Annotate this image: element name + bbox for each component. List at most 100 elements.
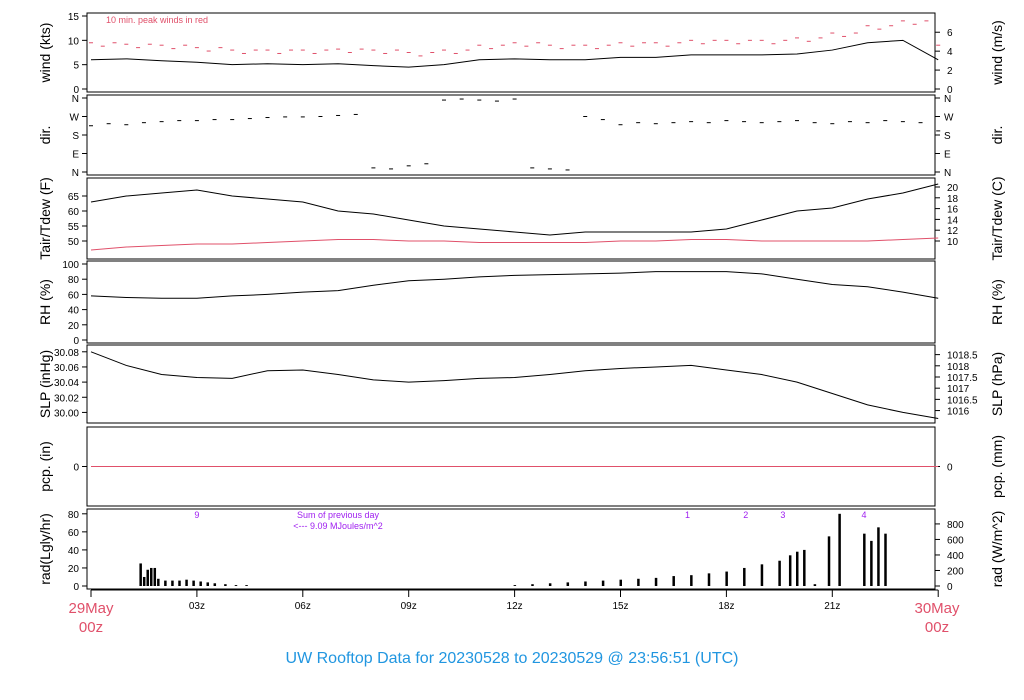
ytick-label-right: N (944, 168, 951, 179)
ytick-label: 0 (73, 582, 79, 593)
pcp-ylabel: pcp. (in) (37, 441, 53, 492)
ytick-label-right: W (944, 113, 954, 124)
ytick-label-right: 200 (947, 566, 964, 577)
radiation-bar (531, 584, 534, 586)
radiation-bar (224, 584, 227, 586)
ytick-label: 30.06 (54, 363, 79, 374)
end-date-label: 00z (925, 619, 949, 636)
ytick-label-right: 0 (947, 463, 953, 474)
ytick-label-right: 12 (947, 226, 959, 237)
ytick-label: 15 (68, 12, 80, 23)
ytick-label: 80 (68, 275, 80, 286)
ytick-label-right: 18 (947, 194, 959, 205)
ytick-label: 0 (73, 463, 79, 474)
radiation-bar (637, 578, 640, 586)
radiation-bar (884, 533, 887, 586)
radiation-annotation: 9 (194, 510, 199, 520)
ytick-label: W (70, 113, 80, 124)
radiation-bar (796, 551, 799, 586)
ytick-label: 65 (68, 192, 80, 203)
tair-Tdew-line (90, 237, 939, 251)
wind-wind-line (90, 39, 939, 68)
tair-ylabel: Tair/Tdew (F) (37, 177, 53, 259)
ytick-label: 0 (73, 336, 79, 347)
ytick-label: N (72, 94, 79, 105)
radiation-bar (153, 567, 157, 586)
ytick-label-right: 400 (947, 551, 964, 562)
ytick-label: 30.08 (54, 348, 79, 359)
ytick-label-right: N (944, 94, 951, 105)
dir-ylabel-right: dir. (989, 126, 1005, 145)
rh-ylabel-right: RH (%) (989, 279, 1005, 325)
radiation-bar (827, 536, 831, 586)
radiation-annotation: 4 (862, 510, 867, 520)
radiation-bar (619, 579, 622, 586)
start-date-label: 29May (68, 600, 114, 617)
sum-label: Sum of previous day (297, 510, 380, 520)
wind-ylabel: wind (kts) (37, 23, 53, 84)
ytick-label: 30.04 (54, 378, 79, 389)
rad-panel-frame (86, 508, 936, 590)
radiation-bar (178, 580, 181, 586)
radiation-bar (584, 581, 587, 586)
radiation-bar (788, 555, 792, 586)
radiation-bar (707, 573, 711, 586)
ytick-label-right: 1018 (947, 362, 970, 373)
rad-ylabel-right: rad (W/m^2) (989, 511, 1005, 588)
radiation-bar (838, 513, 841, 586)
radiation-annotation: 1 (685, 510, 690, 520)
ytick-label: 5 (73, 61, 79, 72)
ytick-label: 60 (68, 290, 80, 301)
ytick-label: E (72, 150, 79, 161)
chart-title: UW Rooftop Data for 20230528 to 20230529… (285, 650, 739, 667)
ytick-label-right: 1016 (947, 407, 970, 418)
radiation-bar (245, 585, 248, 586)
radiation-bar (199, 581, 202, 586)
ytick-label-right: 1017 (947, 384, 970, 395)
radiation-bar (142, 576, 146, 586)
tair-ylabel-right: Tair/Tdew (C) (989, 176, 1005, 260)
radiation-bar (213, 583, 217, 586)
ytick-label-right: 1017.5 (947, 373, 978, 384)
radiation-bar (760, 564, 764, 586)
ytick-label: 30.02 (54, 393, 79, 404)
slp-SLP-line (90, 351, 939, 419)
ytick-label: 10 (68, 36, 80, 47)
xtick-label: 12z (507, 601, 523, 612)
radiation-bar (601, 580, 605, 586)
radiation-bar (171, 580, 174, 586)
radiation-bar (870, 540, 873, 586)
ytick-label: S (72, 131, 79, 142)
xtick-label: 06z (295, 601, 311, 612)
ytick-label: 60 (68, 207, 80, 218)
ytick-label: 20 (68, 564, 80, 575)
radiation-bar (234, 585, 238, 586)
ytick-label: 40 (68, 546, 80, 557)
slp-ylabel-right: SLP (hPa) (989, 352, 1005, 416)
xtick-label: 21z (824, 601, 840, 612)
radiation-bar (513, 585, 517, 586)
xtick-label: 03z (189, 601, 205, 612)
sum-value: <--- 9.09 MJoules/m^2 (293, 521, 383, 531)
rh-ylabel: RH (%) (37, 279, 53, 325)
ytick-label: 60 (68, 528, 80, 539)
radiation-annotation: 2 (743, 510, 748, 520)
radiation-bar (672, 576, 675, 586)
ytick-label-right: 800 (947, 520, 964, 531)
radiation-bar (185, 579, 188, 586)
radiation-bar (863, 533, 866, 586)
ytick-label: N (72, 168, 79, 179)
radiation-bar (548, 583, 552, 586)
rh-RH-line (90, 271, 939, 299)
ytick-label-right: 20 (947, 183, 959, 194)
slp-panel-frame (86, 344, 936, 424)
xtick-label: 09z (401, 601, 417, 612)
radiation-bar (803, 549, 806, 586)
radiation-bar (157, 578, 160, 586)
rad-ylabel: rad(Lgly/hr) (37, 513, 53, 585)
ytick-label: 30.00 (54, 408, 79, 419)
wind-ylabel-right: wind (m/s) (989, 20, 1005, 86)
ytick-label: 100 (62, 260, 79, 271)
start-date-label: 00z (79, 619, 103, 636)
ytick-label: 50 (68, 237, 80, 248)
